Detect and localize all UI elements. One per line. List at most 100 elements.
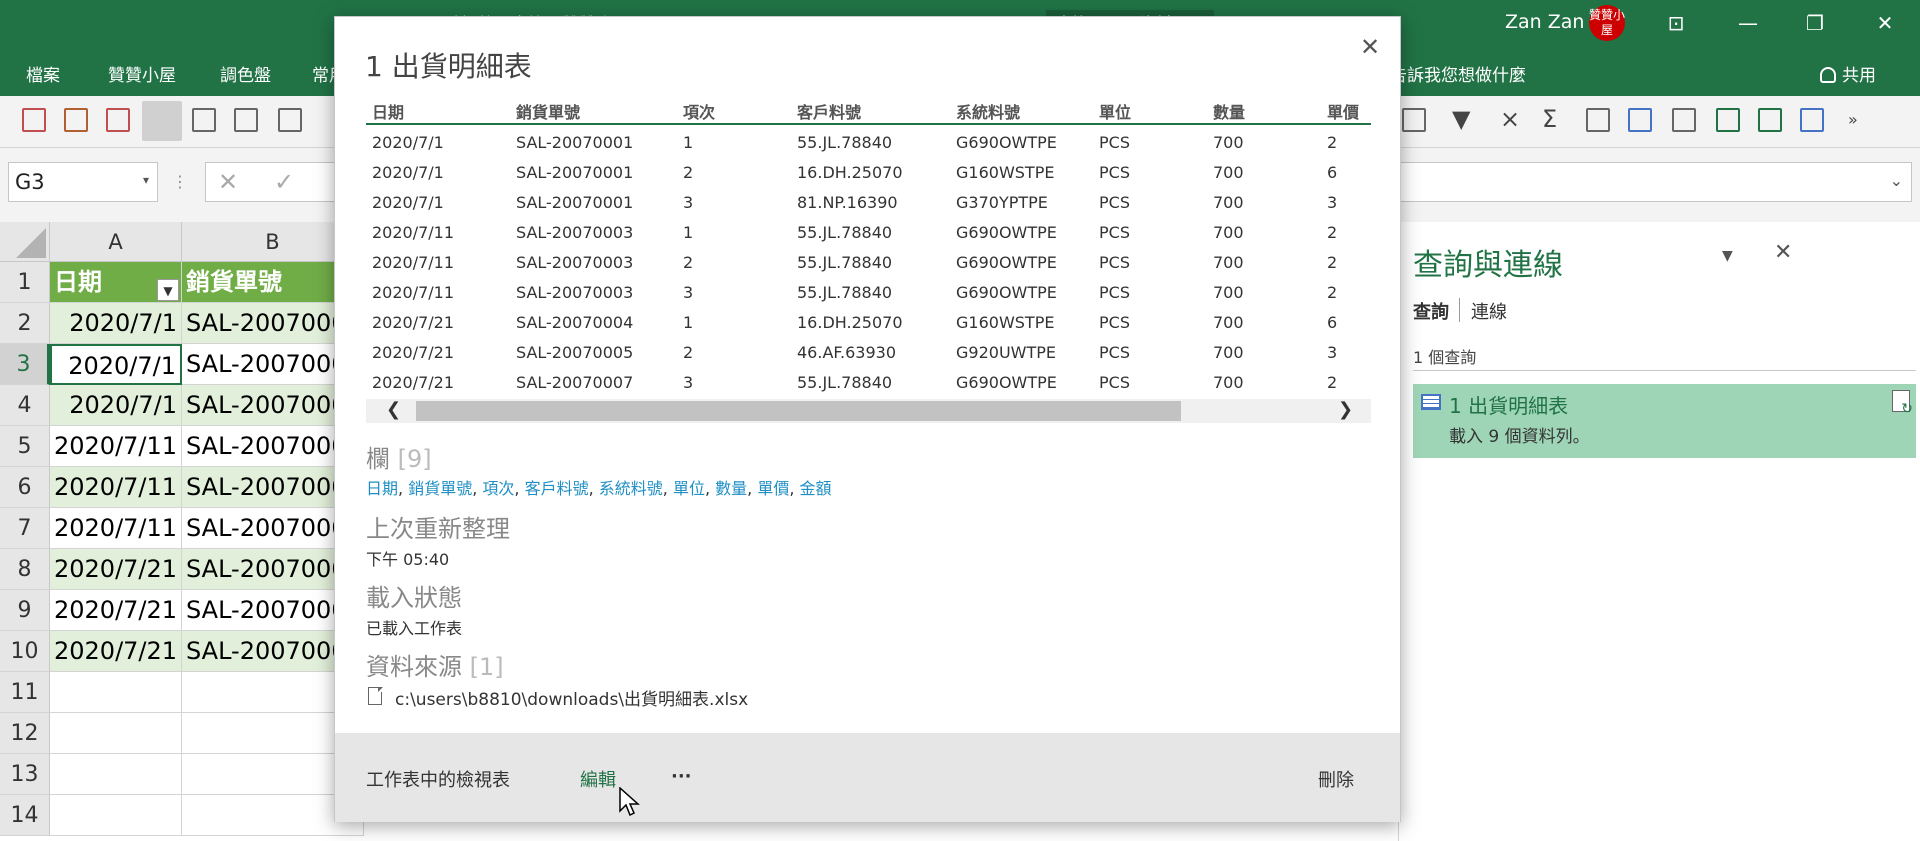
column-link[interactable]: 項次 <box>482 479 514 498</box>
table-cell: PCS <box>1099 283 1130 302</box>
close-icon[interactable]: ✕ <box>1360 33 1380 61</box>
scroll-right-icon[interactable]: ❯ <box>1338 399 1353 420</box>
splitter-icon[interactable]: ⋮ <box>172 172 188 191</box>
table-row: 2020/7/21 SAL-20070007 3 55.JL.78840 G690OWT… <box>366 367 1371 397</box>
row-header-3[interactable]: 3 <box>0 344 50 385</box>
menu-palette[interactable]: 調色盤 <box>220 61 271 86</box>
enter-icon[interactable]: ✓ <box>274 168 294 196</box>
share-button[interactable]: 共用 <box>1820 61 1876 86</box>
row-header-8[interactable]: 8 <box>0 549 50 590</box>
row-header-9[interactable]: 9 <box>0 590 50 631</box>
row-header-13[interactable]: 13 <box>0 754 50 795</box>
empty-cell[interactable] <box>50 754 182 795</box>
column-header: 系統料號 <box>956 103 1021 122</box>
table-cell[interactable]: 2020/7/21 <box>50 549 182 590</box>
data-source-heading: 資料來源 [1] <box>366 647 504 682</box>
edit-button[interactable]: 編輯 <box>580 766 616 792</box>
view-in-worksheet-button[interactable]: 工作表中的檢視表 <box>366 766 510 792</box>
scrollbar-thumb[interactable] <box>416 401 1181 421</box>
row-header-7[interactable]: 7 <box>0 508 50 549</box>
column-header-a[interactable]: A <box>50 222 182 262</box>
row-header-10[interactable]: 10 <box>0 631 50 672</box>
avatar[interactable]: 贊贊小屋 <box>1589 5 1625 41</box>
horizontal-scrollbar[interactable]: ❮ ❯ <box>366 399 1371 423</box>
user-name[interactable]: Zan Zan <box>1505 11 1584 33</box>
menu-tell-me[interactable]: 告訴我您想做什麼 <box>1390 61 1526 86</box>
page-layout-icon[interactable] <box>192 108 216 132</box>
column-link[interactable]: 金額 <box>800 479 832 498</box>
delete-button[interactable]: 刪除 <box>1318 766 1354 792</box>
query-name[interactable]: 1 出貨明細表 <box>1449 390 1568 419</box>
add-row-icon[interactable] <box>1716 108 1740 132</box>
column-link[interactable]: 日期 <box>366 479 398 498</box>
table-icon[interactable] <box>106 108 130 132</box>
empty-cell[interactable] <box>50 672 182 713</box>
clear-filter-icon[interactable]: ⨯ <box>1500 105 1520 133</box>
person-icon <box>1820 67 1836 83</box>
filter-icon[interactable]: ▼ <box>1452 105 1470 133</box>
row-header-6[interactable]: 6 <box>0 467 50 508</box>
refresh-query-icon[interactable] <box>1892 390 1913 417</box>
source-path[interactable]: c:\users\b8810\downloads\出貨明細表.xlsx <box>395 685 748 710</box>
format-painter-icon[interactable] <box>64 108 88 132</box>
ribbon-display-options-button[interactable]: ⊡ <box>1643 0 1709 46</box>
pivot-table-icon[interactable] <box>1628 108 1652 132</box>
table-cell: G690OWTPE <box>956 373 1057 392</box>
filter-dropdown-icon[interactable]: ▼ <box>157 279 179 301</box>
row-header-12[interactable]: 12 <box>0 713 50 754</box>
refresh-icon[interactable] <box>1800 108 1824 132</box>
table-cell[interactable]: 2020/7/21 <box>50 590 182 631</box>
borders-icon[interactable] <box>1402 108 1426 132</box>
menu-file[interactable]: 檔案 <box>26 61 60 86</box>
table-row: 2020/7/21 SAL-20070004 1 16.DH.25070 G160WST… <box>366 307 1371 337</box>
print-preview-icon[interactable] <box>234 108 258 132</box>
column-link[interactable]: 單位 <box>673 479 705 498</box>
scroll-left-icon[interactable]: ❮ <box>386 399 401 420</box>
table-cell: 1 <box>683 313 694 332</box>
empty-cell[interactable] <box>50 713 182 754</box>
insert-picture-icon[interactable] <box>22 108 46 132</box>
chevron-down-icon[interactable]: ▾ <box>143 173 149 187</box>
autosum-icon[interactable]: Σ <box>1542 105 1557 133</box>
table-cell[interactable]: 2020/7/11 <box>50 426 182 467</box>
column-link[interactable]: 系統料號 <box>599 479 663 498</box>
table-cell[interactable]: 2020/7/21 <box>50 631 182 672</box>
table-cell[interactable]: 2020/7/1 <box>50 385 182 426</box>
more-commands-icon[interactable]: » <box>1848 110 1858 129</box>
pane-options-icon[interactable]: ▼ <box>1722 248 1733 264</box>
row-header-4[interactable]: 4 <box>0 385 50 426</box>
row-header-1[interactable]: 1 <box>0 262 50 303</box>
row-header-2[interactable]: 2 <box>0 303 50 344</box>
camera-icon[interactable] <box>1586 108 1610 132</box>
more-options-button[interactable]: ··· <box>671 766 692 787</box>
restore-button[interactable]: ❐ <box>1782 0 1848 46</box>
query-item[interactable]: 1 出貨明細表 載入 9 個資料列。 <box>1413 384 1916 458</box>
row-header-14[interactable]: 14 <box>0 795 50 836</box>
name-box[interactable]: G3 ▾ <box>8 162 158 202</box>
table-cell[interactable]: 2020/7/11 <box>50 467 182 508</box>
active-cell[interactable]: 2020/7/1 <box>50 344 182 385</box>
table-cell[interactable]: 2020/7/11 <box>50 508 182 549</box>
column-link[interactable]: 單價 <box>757 479 789 498</box>
select-all-button[interactable] <box>0 222 50 262</box>
tab-connections[interactable]: 連線 <box>1471 298 1507 324</box>
pane-close-icon[interactable]: ✕ <box>1774 240 1792 265</box>
menu-zanzan[interactable]: 贊贊小屋 <box>108 61 176 86</box>
group-icon[interactable] <box>1672 108 1696 132</box>
column-link[interactable]: 銷貨單號 <box>408 479 472 498</box>
share-label: 共用 <box>1842 66 1876 86</box>
empty-cell[interactable] <box>50 795 182 836</box>
close-window-button[interactable]: ✕ <box>1852 0 1918 46</box>
expand-formula-icon[interactable]: ⌄ <box>1890 171 1903 190</box>
tab-queries[interactable]: 查詢 <box>1413 298 1449 324</box>
table-cell[interactable]: 2020/7/1 <box>50 303 182 344</box>
cancel-icon[interactable]: ✕ <box>218 168 238 196</box>
normal-view-icon[interactable] <box>142 101 182 141</box>
insert-column-icon[interactable] <box>1758 108 1782 132</box>
print-icon[interactable] <box>278 108 302 132</box>
minimize-button[interactable]: — <box>1715 0 1781 46</box>
row-header-11[interactable]: 11 <box>0 672 50 713</box>
column-link[interactable]: 客戶料號 <box>525 479 589 498</box>
row-header-5[interactable]: 5 <box>0 426 50 467</box>
column-link[interactable]: 數量 <box>715 479 747 498</box>
